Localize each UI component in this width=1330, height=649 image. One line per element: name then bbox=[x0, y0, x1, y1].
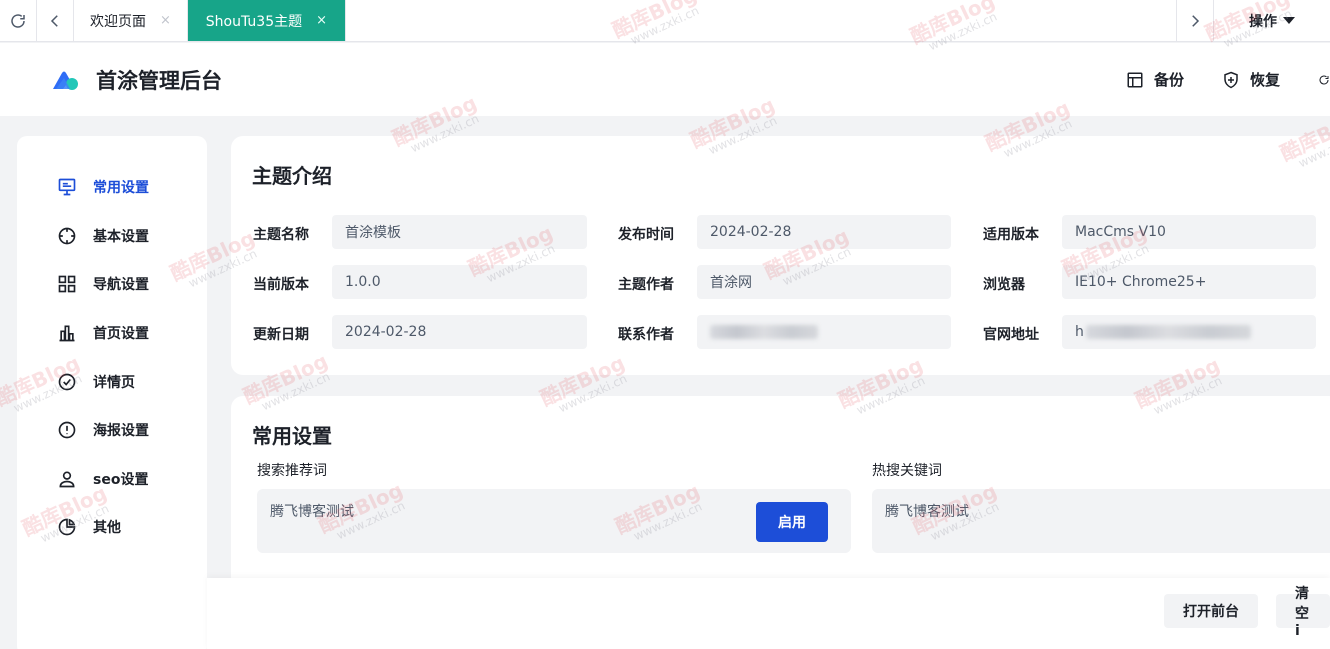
close-icon[interactable]: × bbox=[160, 13, 171, 28]
shield-icon bbox=[1224, 71, 1238, 88]
restore-label: 恢复 bbox=[1249, 71, 1280, 89]
open-frontend-button[interactable]: 打开前台 bbox=[1164, 594, 1258, 628]
release-date-value: 2024-02-28 bbox=[697, 215, 951, 249]
sidebar-item-label: 常用设置 bbox=[93, 180, 149, 197]
tab-welcome[interactable]: 欢迎页面 × bbox=[74, 0, 188, 41]
sidebar-item-label: 海报设置 bbox=[93, 423, 149, 440]
clear-button[interactable]: 清空i bbox=[1276, 586, 1330, 639]
compatible-version-value: MacCms V10 bbox=[1062, 215, 1316, 249]
logo-icon bbox=[50, 69, 80, 91]
operations-dropdown[interactable]: 操作 bbox=[1213, 0, 1330, 41]
sidebar-item-label: seo设置 bbox=[93, 471, 149, 488]
sidebar-item-common-settings[interactable]: 常用设置 bbox=[17, 163, 207, 212]
field-label: 浏览器 bbox=[983, 277, 1025, 293]
tab-label: 欢迎页面 bbox=[90, 13, 146, 30]
theme-name-value: 首涂模板 bbox=[332, 215, 587, 249]
field-label: 发布时间 bbox=[618, 227, 674, 243]
hot-keywords-value: 腾飞博客测试 bbox=[885, 504, 969, 520]
tab-shoutu35-theme[interactable]: ShouTu35主题 × bbox=[187, 0, 346, 41]
grid-icon bbox=[58, 276, 76, 293]
sidebar-item-label: 首页设置 bbox=[93, 326, 149, 343]
sidebar-item-label: 其他 bbox=[93, 520, 121, 537]
app-header: 首涂管理后台 备份 恢复 bbox=[0, 43, 1330, 116]
refresh-icon bbox=[1319, 75, 1329, 85]
field-label: 主题作者 bbox=[618, 277, 674, 293]
crosshair-icon bbox=[58, 227, 76, 245]
search-recommend-label: 搜索推荐词 bbox=[257, 463, 327, 479]
common-settings-card: 常用设置 搜索推荐词 腾飞博客测试 启用 热搜关键词 腾飞博客测试 bbox=[231, 396, 1330, 596]
field-label: 官网地址 bbox=[983, 327, 1039, 343]
sidebar-item-label: 详情页 bbox=[93, 374, 135, 391]
browser-value: IE10+ Chrome25+ bbox=[1062, 265, 1316, 299]
monitor-icon bbox=[58, 178, 76, 196]
layout-icon bbox=[1127, 72, 1143, 87]
official-site-prefix: h bbox=[1075, 324, 1084, 340]
close-icon[interactable]: × bbox=[316, 13, 327, 28]
enable-button[interactable]: 启用 bbox=[756, 502, 828, 542]
common-settings-title: 常用设置 bbox=[252, 424, 332, 448]
tab-label: ShouTu35主题 bbox=[205, 13, 303, 30]
redacted-contact bbox=[710, 325, 818, 339]
sidebar-item-poster-settings[interactable]: 海报设置 bbox=[17, 406, 207, 455]
redacted-url bbox=[1085, 325, 1251, 339]
field-label: 适用版本 bbox=[983, 227, 1039, 243]
sidebar-item-basic-settings[interactable]: 基本设置 bbox=[17, 212, 207, 261]
theme-intro-card: 主题介绍 主题名称 首涂模板 发布时间 2024-02-28 适用版本 MacC… bbox=[231, 136, 1330, 375]
check-circle-icon bbox=[58, 373, 76, 391]
restore-button[interactable]: 恢复 bbox=[1222, 69, 1280, 90]
sidebar-item-label: 导航设置 bbox=[93, 277, 149, 294]
sidebar-item-navigation-settings[interactable]: 导航设置 bbox=[17, 260, 207, 309]
theme-author-value: 首涂网 bbox=[697, 265, 951, 299]
contact-author-value bbox=[697, 315, 951, 349]
tab-scroll-right-button[interactable] bbox=[1176, 0, 1213, 41]
chevron-right-icon bbox=[1192, 14, 1200, 27]
user-icon bbox=[59, 471, 75, 488]
action-footer: 打开前台 清空i bbox=[207, 578, 1330, 649]
pie-icon bbox=[58, 519, 76, 536]
field-label: 联系作者 bbox=[618, 327, 674, 343]
sidebar-item-homepage-settings[interactable]: 首页设置 bbox=[17, 309, 207, 358]
backup-label: 备份 bbox=[1153, 71, 1184, 89]
refresh-icon bbox=[11, 13, 25, 28]
reload-button[interactable] bbox=[1318, 71, 1330, 89]
brand-title: 首涂管理后台 bbox=[96, 68, 222, 93]
field-label: 更新日期 bbox=[253, 327, 309, 343]
bar-chart-icon bbox=[59, 325, 75, 342]
chevron-left-icon bbox=[50, 14, 58, 27]
sidebar-item-label: 基本设置 bbox=[93, 228, 149, 245]
field-label: 主题名称 bbox=[253, 227, 309, 243]
current-version-value: 1.0.0 bbox=[332, 265, 587, 299]
tab-bar: 欢迎页面 × ShouTu35主题 × 操作 bbox=[0, 0, 1330, 42]
tab-scroll-left-button[interactable] bbox=[37, 0, 74, 41]
sidebar-item-seo-settings[interactable]: seo设置 bbox=[17, 455, 207, 504]
search-recommend-value: 腾飞博客测试 bbox=[270, 504, 354, 520]
sidebar-item-other[interactable]: 其他 bbox=[17, 503, 207, 552]
backup-button[interactable]: 备份 bbox=[1126, 69, 1184, 90]
hot-keywords-label: 热搜关键词 bbox=[872, 463, 942, 479]
theme-intro-title: 主题介绍 bbox=[252, 164, 332, 188]
sidebar-item-detail-page[interactable]: 详情页 bbox=[17, 357, 207, 406]
refresh-button[interactable] bbox=[0, 0, 37, 41]
sidebar: 常用设置 基本设置 导航设置 首页设置 详情页 海报设置 seo设置 其他 bbox=[17, 136, 207, 649]
operations-label: 操作 bbox=[1249, 13, 1277, 30]
update-date-value: 2024-02-28 bbox=[332, 315, 587, 349]
info-circle-icon bbox=[58, 421, 76, 439]
hot-keywords-input[interactable]: 腾飞博客测试 bbox=[872, 489, 1330, 553]
caret-down-icon bbox=[1283, 17, 1295, 24]
field-label: 当前版本 bbox=[253, 277, 309, 293]
official-site-value: h bbox=[1062, 315, 1316, 349]
